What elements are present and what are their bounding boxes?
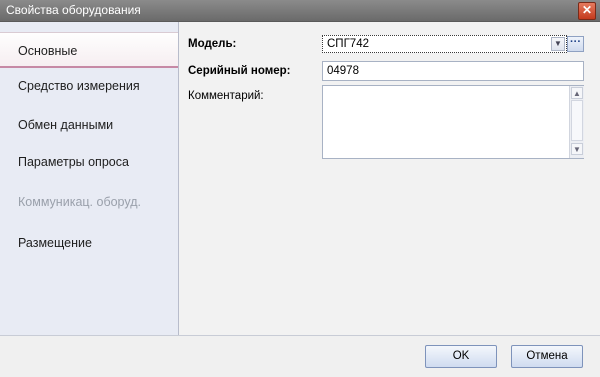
comment-scrollbar[interactable]: ▲ ▼ [569, 86, 584, 158]
sidebar-item-placement[interactable]: Размещение [0, 225, 178, 261]
window-title: Свойства оборудования [6, 3, 141, 17]
sidebar-item-basic[interactable]: Основные [0, 32, 178, 68]
ellipsis-icon[interactable]: ··· [567, 36, 584, 52]
close-icon[interactable]: ✕ [578, 2, 596, 20]
sidebar-item-data-exchange[interactable]: Обмен данными [0, 107, 178, 143]
scroll-thumb[interactable] [571, 100, 583, 141]
model-select[interactable]: СПГ742 [322, 35, 567, 53]
sidebar-item-measuring-device[interactable]: Средство измерения [0, 68, 178, 104]
ok-button[interactable]: OK [425, 345, 497, 368]
title-bar: Свойства оборудования ✕ [0, 0, 600, 22]
serial-field[interactable]: 04978 [322, 61, 584, 81]
serial-label: Серийный номер: [188, 65, 291, 77]
dialog-footer [0, 335, 600, 377]
cancel-button[interactable]: Отмена [511, 345, 583, 368]
comment-field[interactable] [322, 85, 584, 159]
model-value: СПГ742 [327, 38, 369, 50]
sidebar-item-communication-equipment: Коммуникац. оборуд. [18, 195, 141, 209]
properties-dialog: Свойства оборудования ✕ Основные Средств… [0, 0, 600, 377]
model-label: Модель: [188, 38, 237, 50]
sidebar-item-polling-parameters[interactable]: Параметры опроса [0, 144, 178, 180]
chevron-down-icon[interactable]: ▼ [551, 37, 565, 51]
comment-label: Комментарий: [188, 90, 264, 102]
scroll-down-icon[interactable]: ▼ [571, 143, 583, 155]
sidebar: Основные Средство измерения Обмен данным… [0, 22, 179, 335]
serial-value: 04978 [327, 65, 359, 77]
scroll-up-icon[interactable]: ▲ [571, 87, 583, 99]
